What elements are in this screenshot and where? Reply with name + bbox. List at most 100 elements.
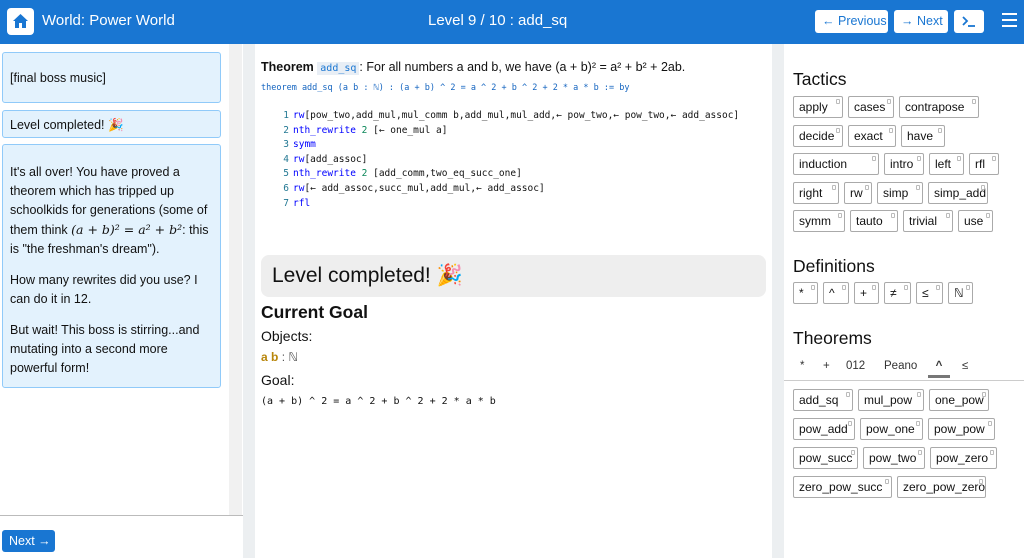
inventory-panel: Tactics apply cases contrapose decide exact h… [784, 44, 1024, 558]
theorem-tab[interactable]: 012 [846, 360, 865, 372]
tactic-chip[interactable]: symm [793, 210, 845, 232]
tactic-chip[interactable]: use [958, 210, 993, 232]
theorem-chip-label: pow_pow [934, 422, 985, 436]
lock-icon [848, 421, 852, 426]
resize-handle[interactable] [243, 44, 255, 558]
theorem-chip[interactable]: zero_pow_succ [793, 476, 892, 498]
theorem-chip[interactable]: mul_pow [858, 389, 924, 411]
number-literal: 2 [355, 124, 374, 136]
proof-line[interactable]: 1 rw[pow_two,add_mul,mul_comm b,add_mul,m… [279, 109, 739, 124]
lock-icon [990, 450, 994, 455]
theorem-chip[interactable]: add_sq [793, 389, 853, 411]
lock-icon [986, 213, 990, 218]
definition-chip[interactable]: ≤ [916, 282, 943, 304]
tactic-chip-label: simp_add [934, 186, 987, 200]
message-text: Level completed! 🎉 [10, 118, 124, 132]
theorem-chip[interactable]: pow_succ [793, 447, 858, 469]
boss-paragraph-2: How many rewrites did you use? I can do … [10, 273, 198, 306]
theorem-chip[interactable]: pow_zero [930, 447, 997, 469]
boss-paragraph-3: But wait! This boss is stirring...and mu… [10, 323, 200, 375]
proof-line[interactable]: 4 rw[add_assoc] [279, 153, 739, 168]
tactic-chip-label: trivial [909, 214, 938, 228]
tactic-chip[interactable]: have [901, 125, 945, 147]
next-level-button[interactable]: → Next [894, 10, 948, 33]
definition-chip[interactable]: + [854, 282, 879, 304]
theorem-chip[interactable]: pow_add [793, 418, 855, 440]
lock-icon [846, 392, 850, 397]
tactic-chip-label: cases [854, 100, 886, 114]
theorem-chip[interactable]: pow_two [863, 447, 925, 469]
tactic-chip[interactable]: simp_add [928, 182, 988, 204]
divider [0, 515, 243, 516]
theorem-tab[interactable]: * [800, 360, 804, 372]
lock-icon [972, 99, 976, 104]
tactic-chip[interactable]: cases [848, 96, 894, 118]
theorem-tab[interactable]: ≤ [962, 360, 968, 372]
lock-icon [936, 285, 940, 290]
tactic-chip-label: tauto [856, 214, 883, 228]
proof-line[interactable]: 3 symm [279, 138, 739, 153]
proof-line[interactable]: 5 nth_rewrite 2 [add_comm,two_eq_succ_one… [279, 167, 739, 182]
tactic-keyword: nth_rewrite [293, 124, 356, 136]
home-button[interactable] [7, 8, 34, 35]
definition-chip[interactable]: * [793, 282, 818, 304]
tactic-chip[interactable]: contrapose [899, 96, 979, 118]
proof-line[interactable]: 6 rw[← add_assoc,succ_mul,add_mul,← add_a… [279, 182, 739, 197]
tactic-chip[interactable]: right [793, 182, 839, 204]
tactic-chip[interactable]: apply [793, 96, 843, 118]
lock-icon [904, 285, 908, 290]
proof-line[interactable]: 7 rfl [279, 197, 739, 212]
terminal-button[interactable] [954, 10, 984, 33]
next-level-label: Next [916, 14, 943, 28]
theorem-tab[interactable]: ^ [928, 360, 950, 378]
current-goal-heading: Current Goal [261, 302, 368, 322]
theorem-chip[interactable]: zero_pow_zero [897, 476, 986, 498]
tactic-chip-label: rfl [975, 157, 985, 171]
message-card: [final boss music] [2, 52, 221, 103]
lock-icon [988, 421, 992, 426]
lock-icon [836, 99, 840, 104]
theorem-tab[interactable]: + [823, 360, 830, 372]
lock-icon [946, 213, 950, 218]
tactic-keyword: rw [293, 182, 305, 194]
theorem-chip[interactable]: pow_pow [928, 418, 995, 440]
theorem-chip[interactable]: pow_one [860, 418, 923, 440]
lock-icon [889, 128, 893, 133]
level-completed-banner: Level completed! 🎉 [261, 255, 766, 297]
tactic-chip[interactable]: simp [877, 182, 923, 204]
objects-row: a b : ℕ [261, 350, 298, 364]
boss-paragraph-1: It's all over! You have proved a theorem… [10, 165, 209, 256]
left-scrollbar[interactable] [229, 44, 242, 515]
theorem-tab[interactable]: Peano [884, 360, 917, 372]
tactic-chip[interactable]: induction [793, 153, 879, 175]
tactic-keyword: symm [293, 139, 316, 151]
tactic-chip[interactable]: intro [884, 153, 924, 175]
next-button[interactable]: Next → [2, 530, 55, 552]
tactic-chip[interactable]: rw [844, 182, 872, 204]
tactic-chip[interactable]: decide [793, 125, 843, 147]
theorem-signature: theorem add_sq (a b : ℕ) : (a + b) ^ 2 =… [261, 83, 630, 93]
proof-line[interactable]: 2 nth_rewrite 2 [← one_mul a] [279, 124, 739, 139]
definition-chip[interactable]: ℕ [948, 282, 973, 304]
previous-button[interactable]: ← Previous [815, 10, 888, 33]
tactic-chip[interactable]: left [929, 153, 964, 175]
definition-chip[interactable]: ^ [823, 282, 849, 304]
proof-editor[interactable]: 1 rw[pow_two,add_mul,mul_comm b,add_mul,m… [279, 109, 739, 211]
tactic-chip-label: contrapose [905, 100, 965, 114]
theorem-name: add_sq [317, 62, 360, 75]
tactic-chip[interactable]: tauto [850, 210, 898, 232]
theorem-chip[interactable]: one_pow [929, 389, 989, 411]
theorem-chip-label: pow_one [866, 422, 915, 436]
lock-icon [832, 185, 836, 190]
definition-chip[interactable]: ≠ [884, 282, 911, 304]
arrow-left-icon: ← [822, 14, 835, 28]
definition-chip-label: * [799, 286, 804, 300]
tactic-keyword: nth_rewrite [293, 168, 356, 180]
tactic-chip[interactable]: exact [848, 125, 896, 147]
tactic-chip[interactable]: rfl [969, 153, 999, 175]
resize-handle[interactable] [772, 44, 784, 558]
tactic-chip[interactable]: trivial [903, 210, 953, 232]
menu-icon[interactable] [1002, 13, 1017, 31]
theorem-chip-label: pow_zero [936, 451, 989, 465]
lock-icon [982, 392, 986, 397]
